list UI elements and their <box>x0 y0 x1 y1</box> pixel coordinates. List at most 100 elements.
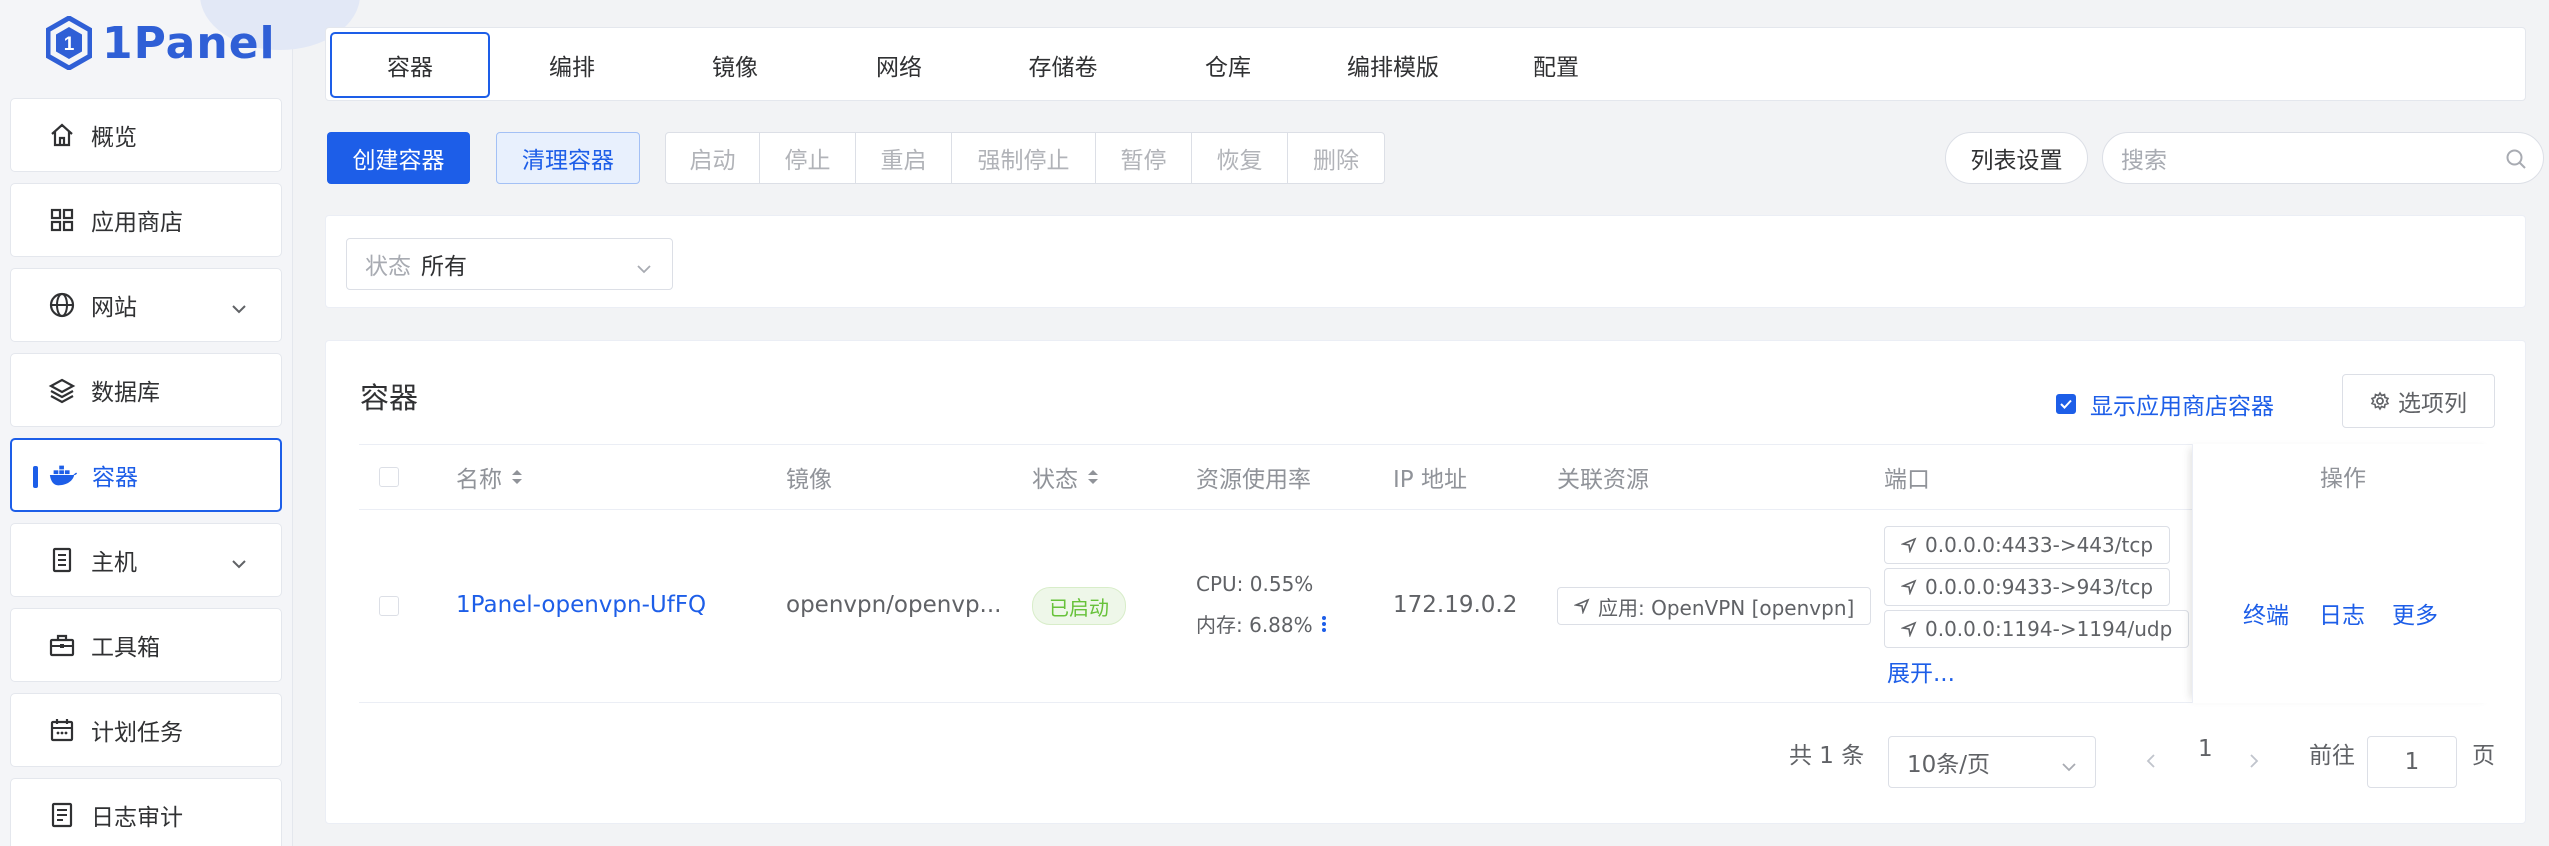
port-tag[interactable]: 0.0.0.0:1194->1194/udp <box>1884 610 2190 648</box>
tab-images[interactable]: 镜像 <box>655 32 815 98</box>
search-icon[interactable] <box>2505 148 2527 176</box>
sidebar-item-overview[interactable]: 概览 <box>10 98 282 172</box>
port-label: 0.0.0.0:9433->943/tcp <box>1925 575 2154 599</box>
show-store-label: 显示应用商店容器 <box>2090 394 2274 420</box>
navigation-arrow-icon <box>1574 598 1590 614</box>
calendar-icon <box>47 715 77 745</box>
tab-settings[interactable]: 配置 <box>1476 32 1636 98</box>
select-all-checkbox[interactable] <box>379 445 399 509</box>
column-header-name[interactable]: 名称 <box>456 445 524 509</box>
memory-usage-label: 内存: 6.88% <box>1196 613 1313 637</box>
column-header-image: 镜像 <box>786 467 832 493</box>
sidebar-item-logs[interactable]: 日志审计 <box>10 778 282 846</box>
column-header-resources: 资源使用率 <box>1196 467 1311 493</box>
resume-button[interactable]: 恢复 <box>1192 133 1288 183</box>
chevron-down-icon <box>231 552 247 578</box>
port-tag[interactable]: 0.0.0.0:4433->443/tcp <box>1884 526 2171 564</box>
filter-panel: 状态 所有 <box>325 215 2526 308</box>
logo-text: 1Panel <box>102 17 276 69</box>
status-filter-select[interactable]: 状态 所有 <box>346 238 673 290</box>
force-stop-button[interactable]: 强制停止 <box>952 133 1096 183</box>
prune-containers-button[interactable]: 清理容器 <box>496 132 640 184</box>
column-header-label: 名称 <box>456 467 502 493</box>
logo-icon: 1 <box>46 16 92 70</box>
panel-title: 容器 <box>360 381 419 415</box>
container-name-link[interactable]: 1Panel-openvpn-UfFQ <box>456 592 706 618</box>
sidebar-item-label: 数据库 <box>91 380 160 406</box>
navigation-arrow-icon <box>1901 621 1917 637</box>
sort-icon[interactable] <box>1086 468 1100 486</box>
expand-ports-link[interactable]: 展开... <box>1887 654 1955 688</box>
create-container-button[interactable]: 创建容器 <box>327 132 470 184</box>
more-vertical-icon[interactable] <box>1321 614 1327 634</box>
checkbox-checked-icon[interactable] <box>2056 394 2076 414</box>
list-settings-button[interactable]: 列表设置 <box>1945 132 2088 184</box>
more-button[interactable]: 更多 <box>2392 596 2438 630</box>
chevron-down-icon <box>2061 755 2077 781</box>
prev-page-icon[interactable] <box>2144 752 2158 770</box>
docker-icon <box>48 460 78 490</box>
page-suffix: 页 <box>2472 743 2495 769</box>
stop-button[interactable]: 停止 <box>760 133 856 183</box>
tab-volumes[interactable]: 存储卷 <box>983 32 1143 98</box>
port-label: 0.0.0.0:1194->1194/udp <box>1925 617 2173 641</box>
app-logo[interactable]: 1 1Panel <box>46 13 276 73</box>
sidebar-item-container[interactable]: 容器 <box>10 438 282 512</box>
tab-compose-templates[interactable]: 编排模版 <box>1313 32 1473 98</box>
container-image: openvpn/openvp... <box>786 592 1002 618</box>
restart-button[interactable]: 重启 <box>856 133 952 183</box>
port-label: 0.0.0.0:4433->443/tcp <box>1925 533 2154 557</box>
columns-button[interactable]: 选项列 <box>2342 374 2495 428</box>
tab-compose[interactable]: 编排 <box>492 32 652 98</box>
memory-usage: 内存: 6.88% <box>1196 609 1327 638</box>
operations-column: 操作 终端 日志 更多 <box>2192 444 2494 703</box>
sidebar-item-appstore[interactable]: 应用商店 <box>10 183 282 257</box>
column-header-ip: IP 地址 <box>1393 467 1467 493</box>
column-header-status[interactable]: 状态 <box>1032 445 1100 509</box>
delete-button[interactable]: 删除 <box>1288 133 1384 183</box>
sidebar-item-host[interactable]: 主机 <box>10 523 282 597</box>
related-resource-tag[interactable]: 应用: OpenVPN [openvpn] <box>1557 587 1872 625</box>
pause-button[interactable]: 暂停 <box>1096 133 1192 183</box>
layers-icon <box>47 375 77 405</box>
batch-action-group: 启动 停止 重启 强制停止 暂停 恢复 删除 <box>665 132 1385 184</box>
related-resource-label: 应用: OpenVPN [openvpn] <box>1598 595 1855 620</box>
tab-repositories[interactable]: 仓库 <box>1148 32 1308 98</box>
grid-icon <box>47 205 77 235</box>
active-indicator <box>33 466 38 488</box>
page-number-current[interactable]: 1 <box>2198 736 2213 762</box>
status-badge-label: 已启动 <box>1032 587 1126 625</box>
logs-button[interactable]: 日志 <box>2319 596 2365 630</box>
server-icon <box>47 545 77 575</box>
svg-text:1: 1 <box>64 34 75 55</box>
page-size-select[interactable]: 10条/页 <box>1888 736 2096 788</box>
sidebar-item-website[interactable]: 网站 <box>10 268 282 342</box>
show-store-containers-checkbox[interactable]: 显示应用商店容器 <box>2056 387 2274 421</box>
port-tag[interactable]: 0.0.0.0:9433->943/tcp <box>1884 568 2171 606</box>
log-icon <box>47 800 77 830</box>
sidebar-item-toolbox[interactable]: 工具箱 <box>10 608 282 682</box>
start-button[interactable]: 启动 <box>666 133 760 183</box>
tab-networks[interactable]: 网络 <box>819 32 979 98</box>
toolbox-icon <box>47 630 77 660</box>
column-header-related: 关联资源 <box>1557 467 1649 493</box>
globe-icon <box>47 290 77 320</box>
sidebar-item-cron[interactable]: 计划任务 <box>10 693 282 767</box>
tab-containers[interactable]: 容器 <box>330 32 490 98</box>
gear-icon <box>2370 391 2390 411</box>
row-checkbox[interactable] <box>379 596 399 616</box>
sidebar-item-database[interactable]: 数据库 <box>10 353 282 427</box>
terminal-button[interactable]: 终端 <box>2243 596 2289 630</box>
sidebar-item-label: 概览 <box>91 125 137 151</box>
next-page-icon[interactable] <box>2247 752 2261 770</box>
home-icon <box>47 120 77 150</box>
sort-icon[interactable] <box>510 468 524 486</box>
sidebar-item-label: 主机 <box>91 550 137 576</box>
sidebar-item-label: 应用商店 <box>91 210 183 236</box>
container-ip: 172.19.0.2 <box>1393 592 1518 618</box>
sidebar: 1 1Panel 概览 应用商店 网站 数据库 容器 主机 工具箱 计划任务 日 <box>0 0 360 846</box>
goto-page-input[interactable]: 1 <box>2367 736 2457 788</box>
search-input[interactable]: 搜索 <box>2102 132 2544 184</box>
sidebar-item-label: 计划任务 <box>91 720 183 746</box>
column-header-ports: 端口 <box>1884 467 1930 493</box>
